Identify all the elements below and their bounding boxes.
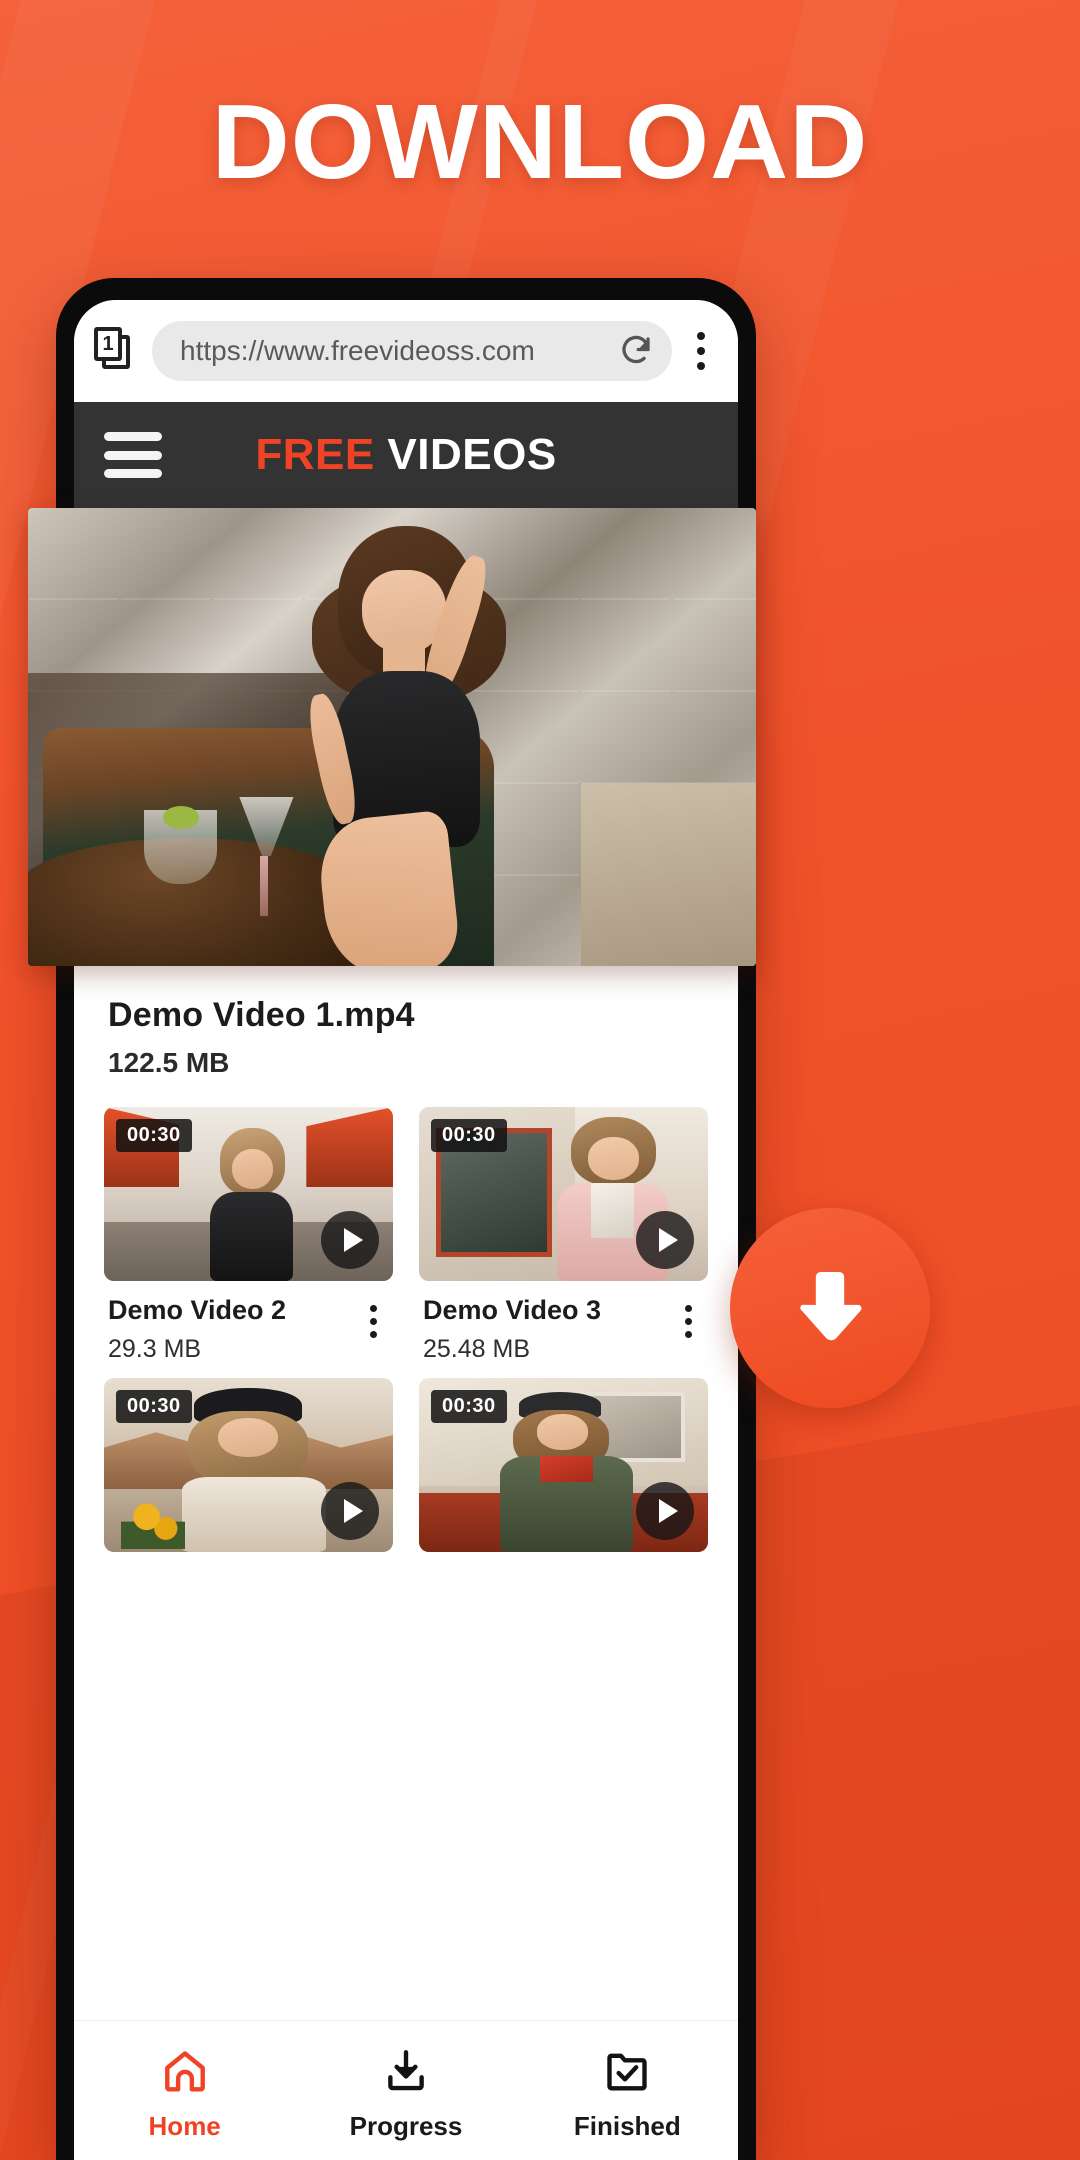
video-meta: Demo Video 3 25.48 MB [419,1281,708,1364]
site-title-highlight: FREE [255,430,375,479]
list-item[interactable]: 00:30 [419,1378,708,1552]
download-arrow-icon [800,1271,862,1341]
promo-headline: DOWNLOAD [211,83,869,201]
download-tray-icon [381,2046,431,2101]
nav-label: Finished [573,2110,681,2141]
hamburger-icon[interactable] [104,432,162,478]
thumb-subject [179,1388,329,1552]
video-size: 29.3 MB [108,1335,202,1363]
video-title: Demo Video 3 [423,1295,602,1325]
hero-video-title: Demo Video 1.mp4 [108,996,415,1034]
kebab-menu-icon[interactable] [355,1298,391,1344]
tab-switcher-button[interactable]: 1 [94,327,142,375]
video-grid: 00:30 Demo Video 2 29.3 MB 00:30 Demo Vi… [74,1107,738,1552]
video-thumbnail[interactable]: 00:30 [104,1107,393,1281]
menu-dot [697,347,705,355]
thumb-decor [121,1503,185,1549]
hero-video-meta: Demo Video 1.mp4 122.5 MB [74,970,738,1085]
tab-count-label: 1 [94,327,122,361]
hero-video-preview[interactable] [28,508,756,966]
nav-item-home[interactable]: Home [74,2040,295,2142]
site-title-rest: VIDEOS [374,430,557,479]
site-header: FREE VIDEOS [74,402,738,508]
list-item[interactable]: 00:30 Demo Video 3 25.48 MB [419,1107,708,1364]
menu-dot [697,332,705,340]
duration-badge: 00:30 [431,1390,507,1423]
hero-wall [581,782,756,966]
video-size: 25.48 MB [423,1335,531,1363]
video-thumbnail[interactable]: 00:30 [104,1378,393,1552]
hero-fruit [162,805,200,829]
url-text[interactable]: https://www.freevideoss.com [180,335,618,367]
video-thumbnail[interactable]: 00:30 [419,1378,708,1552]
video-thumbnail[interactable]: 00:30 [419,1107,708,1281]
thumb-subject [202,1127,300,1281]
hero-subject [276,526,538,966]
hamburger-line [104,450,162,460]
video-meta: Demo Video 2 29.3 MB [104,1281,393,1364]
duration-badge: 00:30 [116,1119,192,1152]
play-icon[interactable] [636,1211,694,1269]
menu-dot [697,362,705,370]
home-icon [160,2046,210,2101]
browser-toolbar: 1 https://www.freevideoss.com [74,300,738,402]
list-item[interactable]: 00:30 Demo Video 2 29.3 MB [104,1107,393,1364]
kebab-menu-icon[interactable] [670,1298,706,1344]
nav-item-finished[interactable]: Finished [517,2040,738,2142]
folder-check-icon [602,2046,652,2101]
hero-video-size: 122.5 MB [108,1047,230,1078]
hero-glass-stem [259,856,269,916]
download-button[interactable] [730,1208,930,1408]
site-title: FREE VIDEOS [74,430,738,480]
thumb-decor [306,1107,393,1188]
reload-icon[interactable] [618,333,654,369]
play-icon[interactable] [321,1211,379,1269]
nav-label: Progress [349,2110,463,2141]
play-icon[interactable] [636,1482,694,1540]
list-item[interactable]: 00:30 [104,1378,393,1552]
nav-label: Home [148,2110,221,2141]
hamburger-line [104,469,162,478]
overflow-menu-icon[interactable] [678,323,724,379]
url-bar[interactable]: https://www.freevideoss.com [152,321,672,381]
hamburger-line [104,432,162,441]
nav-item-progress[interactable]: Progress [295,2040,516,2142]
duration-badge: 00:30 [116,1390,192,1423]
play-icon[interactable] [321,1482,379,1540]
video-title: Demo Video 2 [108,1295,287,1325]
thumb-subject [499,1391,633,1552]
bottom-navigation: Home Progress Finished [74,2020,738,2160]
duration-badge: 00:30 [431,1119,507,1152]
